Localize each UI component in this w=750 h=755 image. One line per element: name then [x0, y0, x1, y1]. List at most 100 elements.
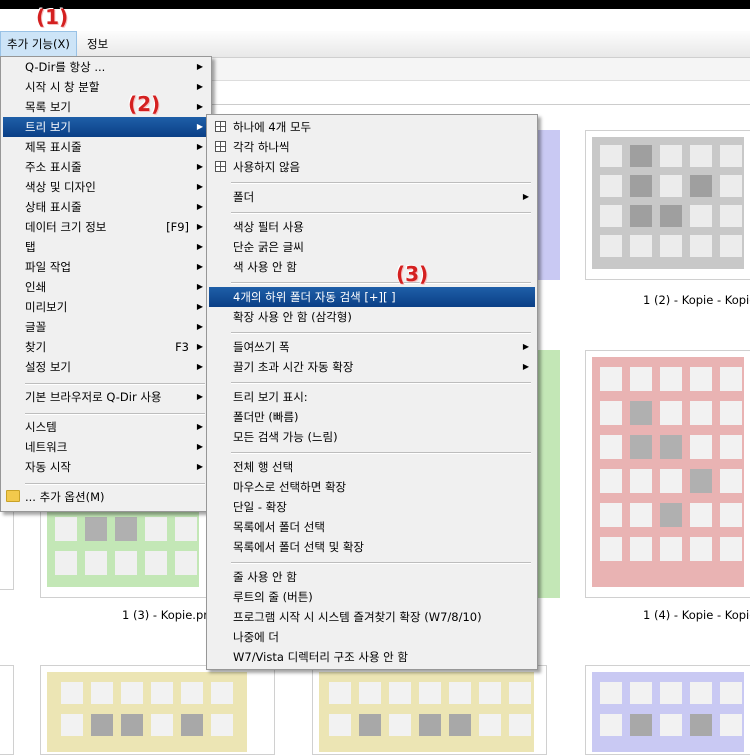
menu-item-address-bar[interactable]: 주소 표시줄 ▶	[3, 157, 209, 177]
menu-item-label: 4개의 하위 폴더 자동 검색 [+][ ]	[233, 290, 396, 304]
submenu-arrow-icon: ▶	[196, 182, 203, 191]
menu-item-label: 자동 시작	[25, 460, 71, 474]
menu-item-shortcut: [F9]	[166, 220, 189, 234]
thumbnail-gray[interactable]	[585, 130, 750, 280]
menu-item-print[interactable]: 인쇄 ▶	[3, 277, 209, 297]
tree-item-root-lines[interactable]: 루트의 줄 (버튼)	[209, 587, 535, 607]
tree-item-select-expand-from-list[interactable]: 목록에서 폴더 선택 및 확장	[209, 537, 535, 557]
submenu-arrow-icon: ▶	[196, 442, 203, 451]
menu-item-label: 목록에서 폴더 선택	[233, 520, 325, 534]
menu-item-always[interactable]: Q-Dir를 항상 ... ▶	[3, 57, 209, 77]
menu-item-label: 색상 및 디자인	[25, 180, 96, 194]
menu-item-file-ops[interactable]: 파일 작업 ▶	[3, 257, 209, 277]
menu-item-status-bar[interactable]: 상태 표시줄 ▶	[3, 197, 209, 217]
submenu-arrow-icon: ▶	[196, 342, 203, 351]
submenu-arrow-icon: ▶	[196, 162, 203, 171]
menu-separator	[25, 483, 205, 485]
tree-item-expand-favorites[interactable]: 프로그램 시작 시 시스템 즐겨찾기 확장 (W7/8/10)	[209, 607, 535, 627]
tree-item-each-one[interactable]: 각각 하나씩	[209, 137, 535, 157]
menu-item-view-settings[interactable]: 설정 보기 ▶	[3, 357, 209, 377]
tree-item-more-later[interactable]: 나중에 더	[209, 627, 535, 647]
submenu-arrow-icon: ▶	[196, 202, 203, 211]
menu-item-system[interactable]: 시스템 ▶	[3, 417, 209, 437]
tree-item-indent-width[interactable]: 들여쓰기 폭 ▶	[209, 337, 535, 357]
tree-item-all-searchable[interactable]: 모든 검색 가능 (느림)	[209, 427, 535, 447]
submenu-arrow-icon: ▶	[196, 142, 203, 151]
submenu-arrow-icon: ▶	[522, 342, 529, 351]
submenu-arrow-icon: ▶	[196, 62, 203, 71]
menu-item-find[interactable]: 찾기 F3 ▶	[3, 337, 209, 357]
tree-item-no-vista-structure[interactable]: W7/Vista 디렉터리 구조 사용 안 함	[209, 647, 535, 667]
menu-item-label: 각각 하나씩	[233, 140, 290, 154]
menu-item-preview[interactable]: 미리보기 ▶	[3, 297, 209, 317]
menu-separator	[231, 562, 531, 564]
submenu-arrow-icon: ▶	[196, 242, 203, 251]
submenu-arrow-icon: ▶	[196, 82, 203, 91]
menu-item-label: 시스템	[25, 420, 57, 434]
tree-item-auto-search-subfolders[interactable]: 4개의 하위 폴더 자동 검색 [+][ ]	[209, 287, 535, 307]
submenu-arrow-icon: ▶	[196, 122, 203, 131]
menu-separator	[231, 452, 531, 454]
submenu-arrow-icon: ▶	[522, 192, 529, 201]
menu-info[interactable]: 정보	[81, 31, 114, 57]
menu-item-split[interactable]: 시작 시 창 분할 ▶	[3, 77, 209, 97]
tree-item-no-lines[interactable]: 줄 사용 안 함	[209, 567, 535, 587]
window-top-edge	[0, 0, 750, 9]
menu-separator	[25, 383, 205, 385]
submenu-arrow-icon: ▶	[196, 462, 203, 471]
menu-item-tabs[interactable]: 탭 ▶	[3, 237, 209, 257]
menu-item-font[interactable]: 글꼴 ▶	[3, 317, 209, 337]
menu-item-more-options[interactable]: ... 추가 옵션(M)	[3, 487, 209, 507]
tree-item-folders-only[interactable]: 폴더만 (빠름)	[209, 407, 535, 427]
menu-separator	[25, 413, 205, 415]
tree-item-not-used[interactable]: 사용하지 않음	[209, 157, 535, 177]
thumbnail-partial[interactable]	[0, 665, 14, 755]
menu-separator	[231, 282, 531, 284]
thumbnail-blue[interactable]	[585, 665, 750, 755]
menu-item-title-bar[interactable]: 제목 표시줄 ▶	[3, 137, 209, 157]
thumbnail-red[interactable]	[585, 350, 750, 598]
step-label-3: (3)	[396, 262, 429, 286]
menu-separator	[231, 182, 531, 184]
grid-icon	[215, 121, 226, 132]
tree-item-select-from-list[interactable]: 목록에서 폴더 선택	[209, 517, 535, 537]
menu-item-label: 폴더	[233, 190, 255, 204]
thumbnail-yellow[interactable]	[40, 665, 275, 755]
tree-item-single-expand[interactable]: 단일 - 확장	[209, 497, 535, 517]
menu-item-label: 들여쓰기 폭	[233, 340, 290, 354]
menu-item-label: 나중에 더	[233, 630, 279, 644]
tree-item-simple-bold[interactable]: 단순 굵은 글씨	[209, 237, 535, 257]
menu-item-label: 설정 보기	[25, 360, 71, 374]
menu-item-autostart[interactable]: 자동 시작 ▶	[3, 457, 209, 477]
menu-item-network[interactable]: 네트워크 ▶	[3, 437, 209, 457]
menu-item-list-view[interactable]: 목록 보기 ▶	[3, 97, 209, 117]
thumbnail-image	[592, 672, 744, 752]
menu-item-shortcut: F3	[175, 340, 189, 354]
submenu-arrow-icon: ▶	[196, 222, 203, 231]
folder-icon	[6, 490, 20, 502]
submenu-arrow-icon: ▶	[196, 262, 203, 271]
menu-extra[interactable]: 추가 기능(X)	[0, 31, 77, 57]
menu-item-data-size[interactable]: 데이터 크기 정보 [F9] ▶	[3, 217, 209, 237]
tree-item-drag-expand[interactable]: 끌기 초과 시간 자동 확장 ▶	[209, 357, 535, 377]
thumbnail-caption: 1 (3) - Kopie.png	[122, 608, 218, 622]
menu-item-label: 모든 검색 가능 (느림)	[233, 430, 338, 444]
tree-item-folder[interactable]: 폴더 ▶	[209, 187, 535, 207]
step-label-1: (1)	[36, 5, 69, 29]
menu-item-tree-view[interactable]: 트리 보기 ▶	[3, 117, 209, 137]
menu-item-label: 단일 - 확장	[233, 500, 287, 514]
thumbnail-image	[592, 357, 744, 587]
tree-item-full-row-select[interactable]: 전체 행 선택	[209, 457, 535, 477]
menu-item-label: 색 사용 안 함	[233, 260, 297, 274]
submenu-arrow-icon: ▶	[196, 422, 203, 431]
tree-item-all-in-one[interactable]: 하나에 4개 모두	[209, 117, 535, 137]
tree-item-no-expand[interactable]: 확장 사용 안 함 (삼각형)	[209, 307, 535, 327]
menu-item-colors[interactable]: 색상 및 디자인 ▶	[3, 177, 209, 197]
tree-item-mouse-expand[interactable]: 마우스로 선택하면 확장	[209, 477, 535, 497]
menu-item-label: 미리보기	[25, 300, 68, 314]
tree-item-no-color[interactable]: 색 사용 안 함	[209, 257, 535, 277]
thumbnail-yellow-2[interactable]	[312, 665, 547, 755]
menu-item-label: 트리 보기	[25, 120, 71, 134]
tree-item-color-filter[interactable]: 색상 필터 사용	[209, 217, 535, 237]
menu-item-default-browser[interactable]: 기본 브라우저로 Q-Dir 사용 ▶	[3, 387, 209, 407]
